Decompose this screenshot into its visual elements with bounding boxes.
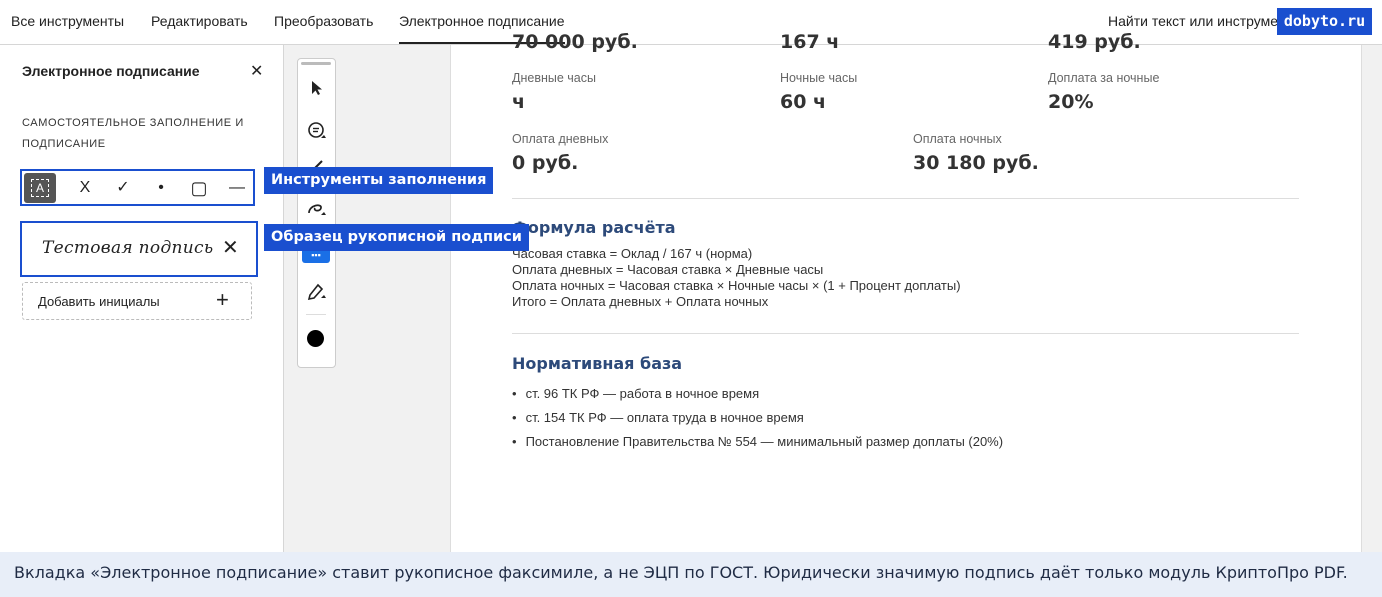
formula-heading: Формула расчёта (512, 218, 676, 237)
footer-text: Вкладка «Электронное подписание» ставит … (14, 563, 1348, 582)
remove-signature-icon[interactable]: ✕ (222, 235, 239, 260)
add-initials-button[interactable]: Добавить инициалы + (22, 282, 252, 320)
line-icon[interactable]: — (221, 173, 253, 203)
draw-tool-icon[interactable] (298, 200, 335, 222)
document-page: 70 000 руб. 167 ч 419 руб. Дневные часы … (450, 31, 1362, 552)
add-text-label: A (31, 179, 49, 197)
section-label: САМОСТОЯТЕЛЬНОЕ ЗАПОЛНЕНИЕ И ПОДПИСАНИЕ (22, 117, 244, 150)
label-night-pay: Оплата ночных (913, 132, 1002, 146)
dot-icon[interactable]: • (145, 173, 177, 203)
value-night-bonus: 20% (1048, 91, 1094, 113)
drag-handle[interactable] (301, 62, 331, 65)
callout-fill-tools: Инструменты заполнения (264, 167, 494, 194)
norms-list: ст. 96 ТК РФ — работа в ночное время ст.… (512, 382, 1004, 454)
add-initials-label: Добавить инициалы (38, 294, 160, 309)
formula-line: Оплата ночных = Часовая ставка × Ночные … (512, 278, 961, 293)
list-item: Постановление Правительства № 554 — мини… (512, 430, 1004, 454)
formula-line: Оплата дневных = Часовая ставка × Дневны… (512, 262, 824, 277)
value-cut-salary: 70 000 руб. (512, 31, 638, 53)
value-day-pay: 0 руб. (512, 152, 579, 174)
footer-note: Вкладка «Электронное подписание» ставит … (0, 552, 1382, 597)
list-item: ст. 96 ТК РФ — работа в ночное время (512, 382, 1003, 406)
check-mark-icon[interactable]: ✓ (107, 173, 139, 203)
tab-all-tools[interactable]: Все инструменты (11, 0, 124, 44)
value-cut-hourly-rate: 419 руб. (1048, 31, 1141, 53)
divider (306, 314, 326, 315)
cross-mark-icon[interactable]: X (69, 173, 101, 203)
vertical-toolbar: ▪▪▪ (297, 58, 336, 368)
value-night-pay: 30 180 руб. (913, 152, 1039, 174)
callout-signature-sample: Образец рукописной подписи (264, 224, 529, 251)
value-cut-norm-hours: 167 ч (780, 31, 840, 53)
formula-line: Итого = Оплата дневных + Оплата ночных (512, 294, 769, 309)
list-item: ст. 154 ТК РФ — оплата труда в ночное вр… (512, 406, 1003, 430)
close-icon[interactable]: ✕ (250, 61, 263, 81)
plus-icon: + (216, 287, 229, 312)
value-night-hours: 60 ч (780, 91, 827, 113)
watermark: dobyto.ru (1277, 8, 1372, 35)
e-sign-panel: Электронное подписание ✕ САМОСТОЯТЕЛЬНОЕ… (0, 45, 284, 552)
color-picker-icon[interactable] (307, 330, 324, 347)
panel-title: Электронное подписание (22, 63, 200, 79)
text-field-tool-icon[interactable]: ▪▪▪ (302, 249, 330, 263)
fill-tools-row: A X ✓ • ▢ — (20, 169, 255, 206)
value-day-hours: ч (512, 91, 526, 113)
norms-heading: Нормативная база (512, 354, 683, 373)
signature-text: Тестовая подпись (42, 238, 214, 258)
label-day-pay: Оплата дневных (512, 132, 609, 146)
rectangle-icon[interactable]: ▢ (183, 173, 215, 203)
sign-tool-icon[interactable] (298, 281, 335, 305)
tab-edit[interactable]: Редактировать (151, 0, 248, 44)
add-text-icon[interactable]: A (24, 173, 56, 203)
tab-convert[interactable]: Преобразовать (274, 0, 373, 44)
divider (512, 198, 1299, 199)
label-night-hours: Ночные часы (780, 71, 858, 85)
formula-block: Часовая ставка = Оклад / 167 ч (норма) О… (512, 246, 961, 310)
pointer-tool-icon[interactable] (298, 79, 335, 101)
label-day-hours: Дневные часы (512, 71, 596, 85)
top-nav: Все инструменты Редактировать Преобразов… (0, 0, 1382, 45)
signature-sample[interactable]: Тестовая подпись ✕ (20, 221, 258, 277)
label-night-bonus: Доплата за ночные (1048, 71, 1160, 85)
divider (512, 333, 1299, 334)
comment-tool-icon[interactable] (298, 121, 335, 145)
formula-line: Часовая ставка = Оклад / 167 ч (норма) (512, 246, 753, 261)
